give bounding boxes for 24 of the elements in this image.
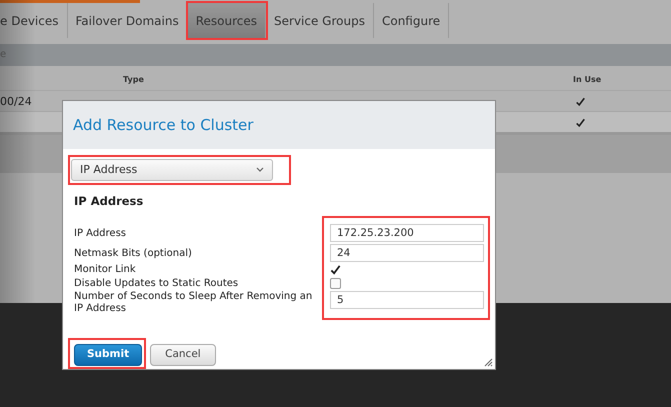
input-field[interactable]: 172.25.23.200 bbox=[330, 224, 484, 242]
nav-tab[interactable]: Resources bbox=[188, 3, 266, 38]
nav-tab[interactable]: Service Groups bbox=[266, 3, 374, 38]
field-label: Disable Updates to Static Routes bbox=[74, 278, 240, 290]
section-title: IP Address bbox=[74, 193, 144, 210]
input-field[interactable]: 5 bbox=[330, 291, 484, 310]
field-label: Monitor Link bbox=[74, 264, 137, 276]
nav-tab[interactable]: e Devices bbox=[0, 3, 68, 38]
cancel-button[interactable]: Cancel bbox=[150, 344, 216, 366]
caret-icon bbox=[256, 167, 264, 173]
field-label: IP Address bbox=[74, 228, 127, 239]
resize-grip-icon[interactable] bbox=[483, 357, 493, 367]
field-label: Number of Seconds to Sleep After Removing an IP Address bbox=[74, 291, 314, 314]
column-header: Type bbox=[123, 74, 144, 86]
column-header: In Use bbox=[573, 74, 602, 86]
checkbox[interactable] bbox=[330, 264, 341, 276]
field-label: Netmask Bits (optional) bbox=[74, 248, 193, 259]
input-field[interactable]: 24 bbox=[330, 244, 484, 262]
checkbox[interactable] bbox=[330, 278, 341, 289]
nav-tab[interactable]: Configure bbox=[374, 3, 450, 38]
table-cell-text: 00/24 bbox=[0, 94, 32, 110]
dialog-title: Add Resource to Cluster bbox=[73, 116, 254, 134]
submit-button[interactable]: Submit bbox=[74, 344, 142, 366]
resource-type-select[interactable]: IP Address bbox=[71, 159, 273, 181]
